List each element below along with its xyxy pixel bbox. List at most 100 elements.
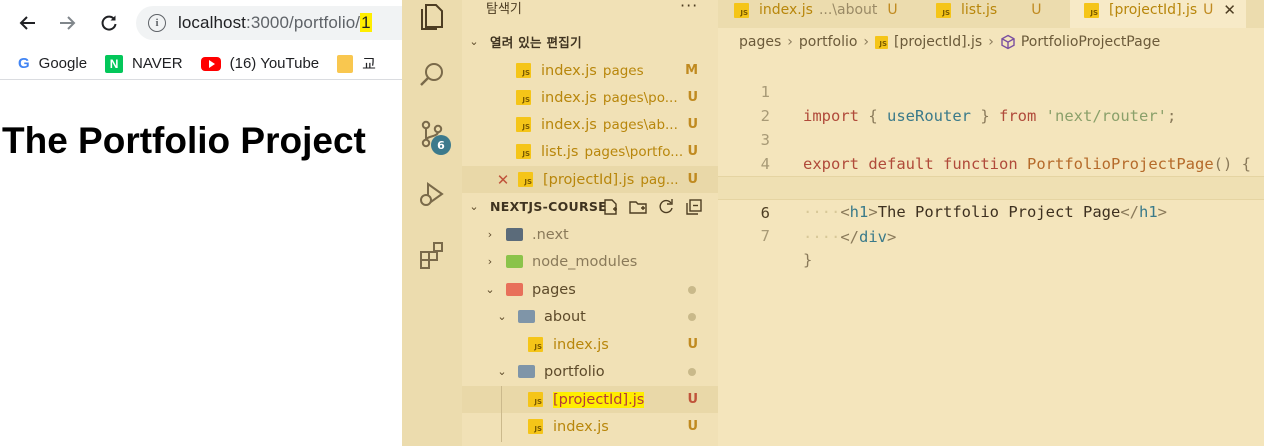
chevron-down-icon: ⌄: [469, 200, 479, 213]
code-editor[interactable]: 1 import { useRouter } from 'next/router…: [718, 56, 1264, 269]
git-status: U: [687, 392, 698, 407]
chevron-down-icon: ⌄: [485, 283, 495, 296]
project-section-header[interactable]: ⌄ NEXTJS-COURSE: [462, 193, 718, 220]
chevron-right-icon: ›: [863, 34, 870, 50]
tree-label: index.js: [553, 336, 609, 353]
tree-folder-portfolio[interactable]: ⌄ portfolio: [462, 358, 718, 385]
breadcrumb-item[interactable]: pages: [739, 34, 781, 50]
code-line: 2: [718, 80, 1264, 125]
open-editor-item-active[interactable]: ✕ JS [projectId].js pag... U: [462, 166, 718, 193]
naver-icon: N: [105, 54, 124, 73]
activity-bar: [402, 0, 462, 446]
browser-toolbar: i localhost:3000/portfolio/1: [0, 0, 402, 46]
line-number: 7: [760, 227, 770, 245]
url-host: localhost: [178, 13, 246, 32]
folder-icon: [337, 54, 354, 73]
open-editor-item[interactable]: JS index.js pages\po... U: [462, 84, 718, 111]
page-heading: The Portfolio Project: [2, 120, 366, 161]
js-file-icon: JS: [516, 63, 531, 78]
tab-status: U: [1031, 2, 1042, 18]
new-folder-icon[interactable]: [628, 197, 648, 217]
explorer-sidebar: 탐색기 ··· ⌄ 열려 있는 편집기 JS index.js pages M …: [462, 0, 718, 446]
chevron-right-icon: ›: [487, 228, 493, 241]
tab-list[interactable]: JS list.js U: [928, 0, 1049, 28]
tree-label: node_modules: [532, 253, 638, 270]
tree-folder-about[interactable]: ⌄ about: [462, 303, 718, 330]
explorer-title: 탐색기: [486, 2, 522, 17]
chevron-down-icon: ⌄: [497, 310, 507, 323]
close-icon[interactable]: ✕: [496, 171, 510, 189]
js-file-icon: JS: [516, 117, 531, 132]
bookmark-label: Google: [38, 55, 88, 72]
info-icon[interactable]: i: [148, 14, 166, 32]
breadcrumb-item[interactable]: [projectId].js: [894, 34, 982, 50]
explorer-button[interactable]: [415, 0, 449, 34]
js-file-icon: JS: [875, 35, 889, 49]
js-file-icon: JS: [528, 419, 543, 434]
js-file-icon: JS: [734, 2, 749, 18]
back-button[interactable]: [13, 8, 43, 38]
more-actions-button[interactable]: ···: [680, 0, 698, 15]
open-editor-item[interactable]: JS list.js pages\portfo... U: [462, 138, 718, 165]
open-editor-path: pages\portfo...: [584, 143, 684, 160]
open-editor-item[interactable]: JS index.js pages\ab... U: [462, 111, 718, 138]
open-editor-name: index.js: [541, 62, 597, 79]
editor-tabs: JS index.js ...\about U JS list.js U JS …: [718, 0, 1264, 28]
vscode-window: 6 탐색기 ··· ⌄ 열려 있는 편집기 JS index.js pages …: [402, 0, 1264, 446]
bookmark-google[interactable]: G Google: [18, 55, 87, 72]
open-editors-header[interactable]: ⌄ 열려 있는 편집기: [462, 28, 718, 55]
tree-folder-next[interactable]: › .next: [462, 221, 718, 248]
modified-dot: [688, 312, 696, 321]
extensions-button[interactable]: [415, 238, 449, 272]
reload-button[interactable]: [94, 8, 124, 38]
git-status: M: [685, 63, 698, 78]
open-editor-name: index.js: [541, 89, 597, 106]
js-file-icon: JS: [516, 90, 531, 105]
bookmark-label: NAVER: [132, 55, 183, 72]
tree-folder-pages[interactable]: ⌄ pages: [462, 276, 718, 303]
js-file-icon: JS: [518, 172, 533, 187]
address-bar[interactable]: i localhost:3000/portfolio/1: [136, 6, 402, 40]
folder-open-icon: [518, 365, 535, 378]
browser-window: i localhost:3000/portfolio/1 G Google N …: [0, 0, 402, 446]
bookmark-youtube[interactable]: (16) YouTube: [200, 55, 319, 72]
google-icon: G: [18, 55, 30, 72]
tab-label: list.js: [961, 2, 998, 18]
tree-label: [projectId].js: [553, 391, 645, 408]
files-icon: [421, 4, 443, 30]
open-editor-path: pag...: [640, 171, 679, 188]
extensions-icon: [420, 242, 443, 269]
symbol-method-icon: [1001, 34, 1015, 50]
forward-button[interactable]: [52, 8, 82, 38]
tree-label: .next: [532, 226, 569, 243]
breadcrumb-item[interactable]: portfolio: [799, 34, 858, 50]
open-editor-item[interactable]: JS index.js pages M: [462, 57, 718, 84]
run-debug-icon: [420, 182, 444, 206]
collapse-all-icon[interactable]: [684, 197, 704, 217]
run-debug-button[interactable]: [415, 177, 449, 211]
bookmark-naver[interactable]: N NAVER: [105, 54, 183, 73]
tree-folder-node-modules[interactable]: › node_modules: [462, 248, 718, 275]
code-line: 5 ····<h1>The Portfolio Project Page</h1…: [718, 152, 1264, 221]
git-status: U: [687, 144, 698, 159]
refresh-icon[interactable]: [656, 197, 676, 217]
search-button[interactable]: [415, 58, 449, 92]
close-icon[interactable]: ✕: [1223, 1, 1236, 19]
tab-projectid[interactable]: JS [projectId].js U ✕: [1070, 0, 1246, 28]
tree-file-about-index[interactable]: JS index.js U: [462, 331, 718, 358]
git-status: U: [687, 172, 698, 187]
open-editor-name: list.js: [541, 143, 579, 160]
code-line: 3 export default function PortfolioProje…: [718, 104, 1264, 173]
bookmark-folder[interactable]: 교: [337, 53, 376, 74]
search-icon: [420, 63, 443, 86]
js-file-icon: JS: [516, 144, 531, 159]
modified-dot: [688, 285, 696, 294]
next-folder-icon: [506, 228, 523, 241]
js-file-icon: JS: [528, 392, 543, 407]
breadcrumb-item[interactable]: PortfolioProjectPage: [1021, 34, 1160, 50]
bookmark-label: 교: [362, 56, 376, 73]
tab-about-index[interactable]: JS index.js ...\about U: [726, 0, 906, 28]
modified-dot: [688, 367, 696, 376]
new-file-icon[interactable]: [600, 197, 620, 217]
git-status: U: [687, 337, 698, 352]
